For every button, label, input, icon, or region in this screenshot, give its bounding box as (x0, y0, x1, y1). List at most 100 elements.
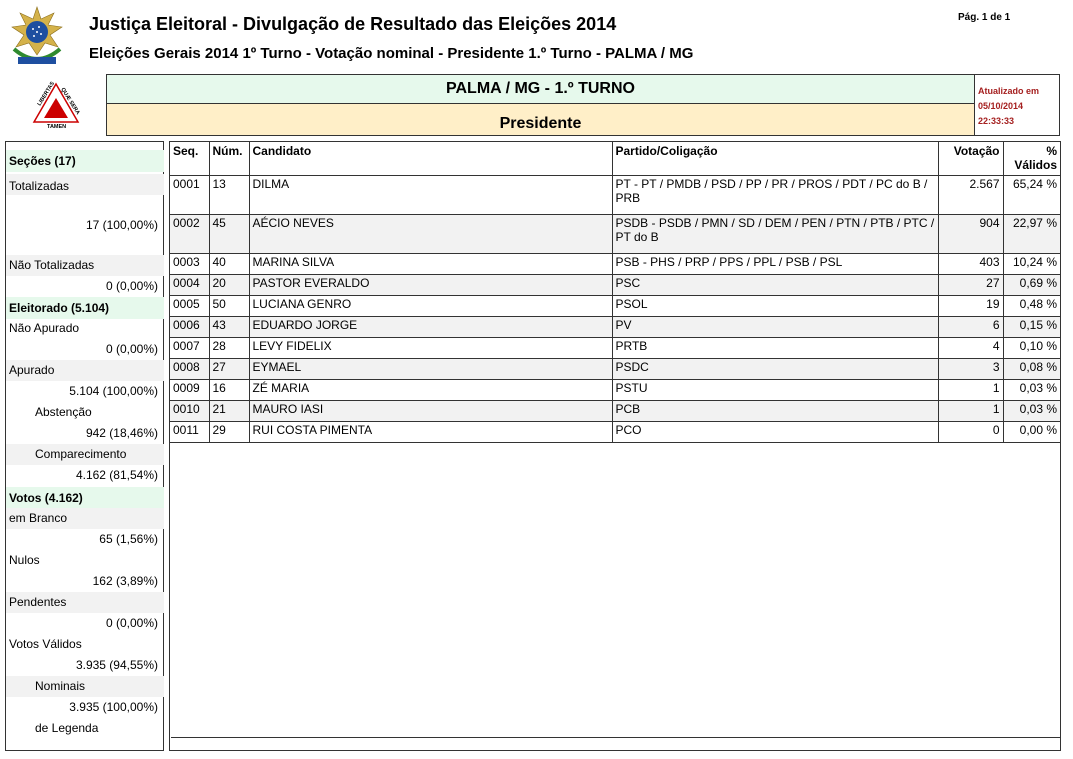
pendentes-label: Pendentes (9, 595, 67, 609)
table-row: 0009 16 ZÉ MARIA PSTU 1 0,03 % (170, 378, 1060, 401)
row-votes: 3 (937, 357, 1004, 380)
page-title: Justiça Eleitoral - Divulgação de Result… (89, 14, 617, 34)
row-candidate: MAURO IASI (248, 399, 613, 422)
row-votes: 0 (937, 420, 1004, 443)
nulos-label: Nulos (9, 553, 40, 567)
header-votes: Votação (937, 142, 1004, 176)
location-banner: PALMA / MG - 1.º TURNO (106, 74, 975, 104)
row-seq: 0010 (170, 399, 210, 422)
row-seq: 0006 (170, 315, 210, 338)
row-party: PSTU (611, 378, 939, 401)
office-title: Presidente (499, 115, 582, 132)
table-row: 0003 40 MARINA SILVA PSB - PHS / PRP / PPS … (170, 252, 1060, 275)
row-party: PSC (611, 273, 939, 296)
row-votes: 403 (937, 252, 1004, 275)
nao-apurado-label: Não Apurado (9, 321, 80, 335)
row-percent: 0,03 % (1002, 399, 1060, 422)
pendentes-value: 0 (0,00%) (105, 616, 158, 630)
row-candidate: EDUARDO JORGE (248, 315, 613, 338)
page-subtitle: Eleições Gerais 2014 1º Turno - Votação … (89, 45, 694, 62)
brazil-coat-of-arms-icon (11, 6, 63, 64)
summary-sidebar: Seções (17) Totalizadas 17 (100,00%) Não… (5, 141, 164, 751)
row-percent: 10,24 % (1002, 252, 1060, 275)
branco-value: 65 (1,56%) (99, 532, 158, 546)
header-num: Núm. (208, 142, 250, 176)
update-time: 22:33:33 (978, 116, 1015, 126)
table-row: 0005 50 LUCIANA GENRO PSOL 19 0,48 % (170, 294, 1060, 317)
row-candidate: MARINA SILVA (248, 252, 613, 275)
row-number: 16 (208, 378, 250, 401)
apurado-value: 5.104 (100,00%) (69, 384, 158, 398)
row-votes: 4 (937, 336, 1004, 359)
results-table: Seq. Núm. Candidato Partido/Coligação Vo… (170, 142, 1060, 443)
update-date: 05/10/2014 (978, 101, 1024, 111)
row-number: 50 (208, 294, 250, 317)
totalizadas-value: 17 (100,00%) (85, 218, 158, 232)
row-seq: 0002 (170, 213, 210, 254)
row-candidate: EYMAEL (248, 357, 613, 380)
table-row: 0010 21 MAURO IASI PCB 1 0,03 % (170, 399, 1060, 422)
row-percent: 0,15 % (1002, 315, 1060, 338)
nulos-value: 162 (3,89%) (92, 574, 158, 588)
logo-text-tamen: TAMEN (47, 124, 66, 130)
table-row: 0004 20 PASTOR EVERALDO PSC 27 0,69 % (170, 273, 1060, 296)
row-percent: 0,00 % (1002, 420, 1060, 443)
row-party: PSOL (611, 294, 939, 317)
row-votes: 6 (937, 315, 1004, 338)
row-number: 13 (208, 174, 250, 215)
abstencao-value: 942 (18,46%) (85, 426, 158, 440)
row-seq: 0008 (170, 357, 210, 380)
nao-totalizadas-value: 0 (0,00%) (105, 279, 158, 293)
row-seq: 0005 (170, 294, 210, 317)
row-number: 21 (208, 399, 250, 422)
row-votes: 2.567 (937, 174, 1004, 215)
apurado-label: Apurado (9, 363, 55, 377)
office-banner: Presidente (106, 104, 975, 136)
row-number: 29 (208, 420, 250, 443)
table-row: 0007 28 LEVY FIDELIX PRTB 4 0,10 % (170, 336, 1060, 359)
abstencao-label: Abstenção (35, 405, 92, 419)
row-candidate: RUI COSTA PIMENTA (248, 420, 613, 443)
row-number: 40 (208, 252, 250, 275)
row-seq: 0003 (170, 252, 210, 275)
row-party: PSB - PHS / PRP / PPS / PPL / PSB / PSL (611, 252, 939, 275)
row-party: PRTB (611, 336, 939, 359)
row-candidate: ZÉ MARIA (248, 378, 613, 401)
row-number: 43 (208, 315, 250, 338)
votos-header: Votos (4.162) (6, 487, 164, 509)
eleitorado-header: Eleitorado (5.104) (6, 297, 164, 319)
footer-divider (171, 737, 1060, 739)
row-candidate: AÉCIO NEVES (248, 213, 613, 254)
row-party: PV (611, 315, 939, 338)
table-row: 0002 45 AÉCIO NEVES PSDB - PSDB / PMN / SD … (170, 213, 1060, 254)
header-party: Partido/Coligação (611, 142, 939, 176)
update-label: Atualizado em (978, 86, 1040, 96)
branco-label: em Branco (9, 511, 68, 525)
row-candidate: DILMA (248, 174, 613, 215)
comparecimento-value: 4.162 (81,54%) (75, 468, 158, 482)
secoes-header: Seções (17) (6, 150, 164, 172)
row-party: PSDB - PSDB / PMN / SD / DEM / PEN / PTN… (611, 213, 939, 254)
row-percent: 0,69 % (1002, 273, 1060, 296)
row-party: PT - PT / PMDB / PSD / PP / PR / PROS / … (611, 174, 939, 215)
header-percent: % Válidos (1002, 142, 1060, 176)
header-candidate: Candidato (248, 142, 613, 176)
row-percent: 0,08 % (1002, 357, 1060, 380)
validos-value: 3.935 (94,55%) (75, 658, 158, 672)
row-percent: 65,24 % (1002, 174, 1060, 215)
row-percent: 22,97 % (1002, 213, 1060, 254)
row-number: 45 (208, 213, 250, 254)
table-row: 0008 27 EYMAEL PSDC 3 0,08 % (170, 357, 1060, 380)
row-seq: 0011 (170, 420, 210, 443)
row-votes: 1 (937, 399, 1004, 422)
nao-totalizadas-label: Não Totalizadas (9, 258, 95, 272)
row-votes: 19 (937, 294, 1004, 317)
legenda-label: de Legenda (35, 721, 99, 735)
table-row: 0011 29 RUI COSTA PIMENTA PCO 0 0,00 % (170, 420, 1060, 443)
row-percent: 0,03 % (1002, 378, 1060, 401)
row-party: PCO (611, 420, 939, 443)
row-seq: 0007 (170, 336, 210, 359)
minas-gerais-logo-icon: LIBERTAS QUÆ SERA TAMEN (32, 81, 81, 130)
row-votes: 904 (937, 213, 1004, 254)
row-seq: 0004 (170, 273, 210, 296)
